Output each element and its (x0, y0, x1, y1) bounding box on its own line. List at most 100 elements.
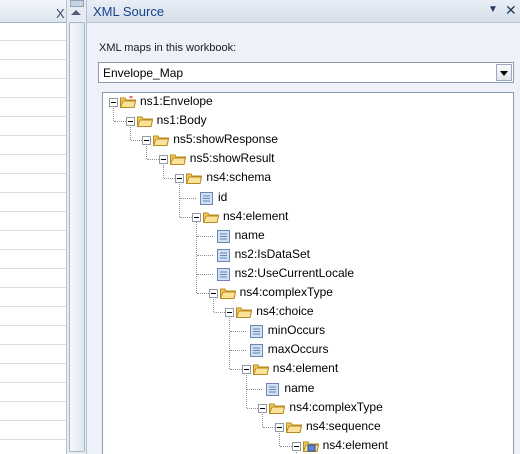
tree-folder-item[interactable]: ns1:Body (103, 112, 513, 130)
tree-connector-line (130, 140, 143, 142)
tree-leaf-item[interactable]: minOccurs (103, 322, 513, 340)
tree-connector-line (114, 121, 126, 123)
root-element-icon: * (119, 94, 137, 108)
worksheet-cell[interactable] (0, 60, 66, 79)
tree-connector-line (230, 350, 246, 352)
tree-connector-line (246, 407, 259, 409)
collapse-toggle-icon[interactable] (225, 308, 235, 318)
worksheet-cell[interactable] (0, 41, 66, 60)
worksheet-cell[interactable] (0, 79, 66, 98)
tree-connector-line (180, 197, 196, 199)
worksheet-cell[interactable] (0, 155, 66, 174)
collapse-toggle-icon[interactable] (109, 98, 118, 107)
tree-item-label: ns2:UseCurrentLocale (234, 265, 354, 280)
pane-close-icon[interactable]: ✕ (505, 2, 517, 19)
maps-label: XML maps in this workbook: (99, 42, 237, 54)
xml-map-select-value: Envelope_Map (103, 66, 184, 80)
collapse-toggle-icon[interactable] (275, 422, 284, 432)
worksheet-cell[interactable] (0, 269, 66, 288)
worksheet-cell[interactable] (0, 98, 66, 117)
collapse-toggle-icon[interactable] (192, 212, 201, 222)
repeating-element-icon (302, 440, 319, 452)
pane-options-icon[interactable]: ▼ (488, 4, 498, 15)
tree-connector-line (197, 254, 213, 256)
collapse-toggle-icon[interactable] (258, 403, 268, 413)
collapse-toggle-icon[interactable] (175, 174, 185, 184)
collapse-toggle-icon[interactable] (125, 117, 135, 127)
collapse-toggle-icon[interactable] (208, 289, 218, 298)
collapse-toggle-icon[interactable] (158, 155, 168, 165)
tree-leaf-item[interactable]: maxOccurs (103, 341, 513, 359)
svg-text:*: * (129, 96, 133, 103)
tree-leaf-item[interactable]: id (103, 189, 513, 207)
scrollbar-thumb[interactable] (69, 22, 85, 452)
tree-leaf-item[interactable]: name (103, 227, 513, 245)
worksheet-column[interactable]: X (0, 0, 66, 454)
worksheet-cell[interactable] (0, 212, 66, 231)
tree-item-label: maxOccurs (267, 342, 329, 357)
folder-icon (235, 306, 253, 319)
tree-leaf-item[interactable]: ns2:UseCurrentLocale (103, 265, 513, 283)
worksheet-cell[interactable] (0, 231, 66, 250)
collapse-toggle-icon[interactable] (291, 441, 301, 451)
worksheet-cell[interactable] (0, 440, 66, 454)
tree-item-label: ns5:showResult (189, 151, 275, 166)
tree-item-label: id (218, 189, 228, 204)
folder-icon (219, 287, 236, 299)
tree-folder-item[interactable]: ns4:element (103, 360, 513, 378)
tree-item-label: ns4:complexType (239, 285, 333, 299)
worksheet-cell[interactable] (0, 402, 66, 421)
worksheet-cell[interactable] (0, 193, 66, 212)
chevron-down-icon[interactable] (496, 64, 512, 81)
tree-folder-item[interactable]: * ns1:Envelope (103, 93, 513, 111)
tree-folder-item[interactable]: ns5:showResponse (103, 131, 513, 149)
element-leaf-icon (216, 229, 230, 243)
folder-icon (152, 134, 170, 147)
worksheet-cell[interactable] (0, 174, 66, 193)
tree-item-label: minOccurs (267, 323, 326, 338)
tree-folder-item[interactable]: ns5:showResult (103, 150, 513, 168)
worksheet-cell[interactable] (0, 117, 66, 136)
folder-icon (186, 172, 203, 185)
folder-icon (136, 115, 153, 128)
xml-map-select[interactable]: Envelope_Map (98, 62, 514, 83)
folder-icon (285, 421, 303, 433)
tree-item-label: ns2:IsDataSet (234, 246, 310, 261)
tree-leaf-item[interactable]: name (103, 380, 513, 398)
worksheet-cell[interactable] (0, 136, 66, 155)
element-leaf-icon (249, 325, 263, 339)
worksheet-cell[interactable] (0, 421, 66, 440)
scroll-up-icon[interactable] (71, 10, 81, 15)
tree-item-label: ns4:element (272, 361, 339, 376)
tree-folder-item[interactable]: ns4:schema (103, 169, 513, 187)
tree-folder-item[interactable]: ns4:choice (103, 303, 513, 321)
tree-connector-line (246, 388, 263, 390)
tree-folder-item[interactable]: ns4:sequence (103, 418, 513, 436)
worksheet-cell[interactable] (0, 307, 66, 326)
split-handle[interactable] (70, 0, 84, 7)
tree-connector-line (147, 159, 159, 161)
element-leaf-icon (266, 382, 280, 396)
worksheet-cell[interactable] (0, 22, 66, 41)
worksheet-cell[interactable] (0, 383, 66, 402)
collapse-toggle-icon[interactable] (142, 136, 152, 146)
worksheet-cell[interactable] (0, 288, 66, 307)
close-icon[interactable]: X (56, 6, 65, 21)
worksheet-cell[interactable] (0, 326, 66, 345)
worksheet-cell[interactable] (0, 345, 66, 364)
tree-item-label: ns4:sequence (306, 418, 381, 433)
tree-folder-item[interactable]: ns4:complexType (103, 399, 513, 417)
tree-connector-line (230, 369, 242, 371)
tree-item-label: name (284, 380, 315, 395)
worksheet-scrollbar[interactable] (66, 0, 86, 454)
xml-tree[interactable]: * ns1:Envelope ns1:Body ns5:showResponse ns5… (102, 92, 514, 454)
element-leaf-icon (216, 267, 230, 281)
tree-leaf-item[interactable]: ns2:IsDataSet (103, 246, 513, 264)
tree-folder-item[interactable]: ns4:element (103, 208, 513, 226)
worksheet-cell[interactable] (0, 364, 66, 383)
tree-connector-line (263, 426, 275, 428)
collapse-toggle-icon[interactable] (241, 365, 251, 375)
tree-folder-item[interactable]: ns4:element (103, 437, 513, 454)
tree-folder-item[interactable]: ns4:complexType (103, 284, 513, 302)
worksheet-cell[interactable] (0, 250, 66, 269)
